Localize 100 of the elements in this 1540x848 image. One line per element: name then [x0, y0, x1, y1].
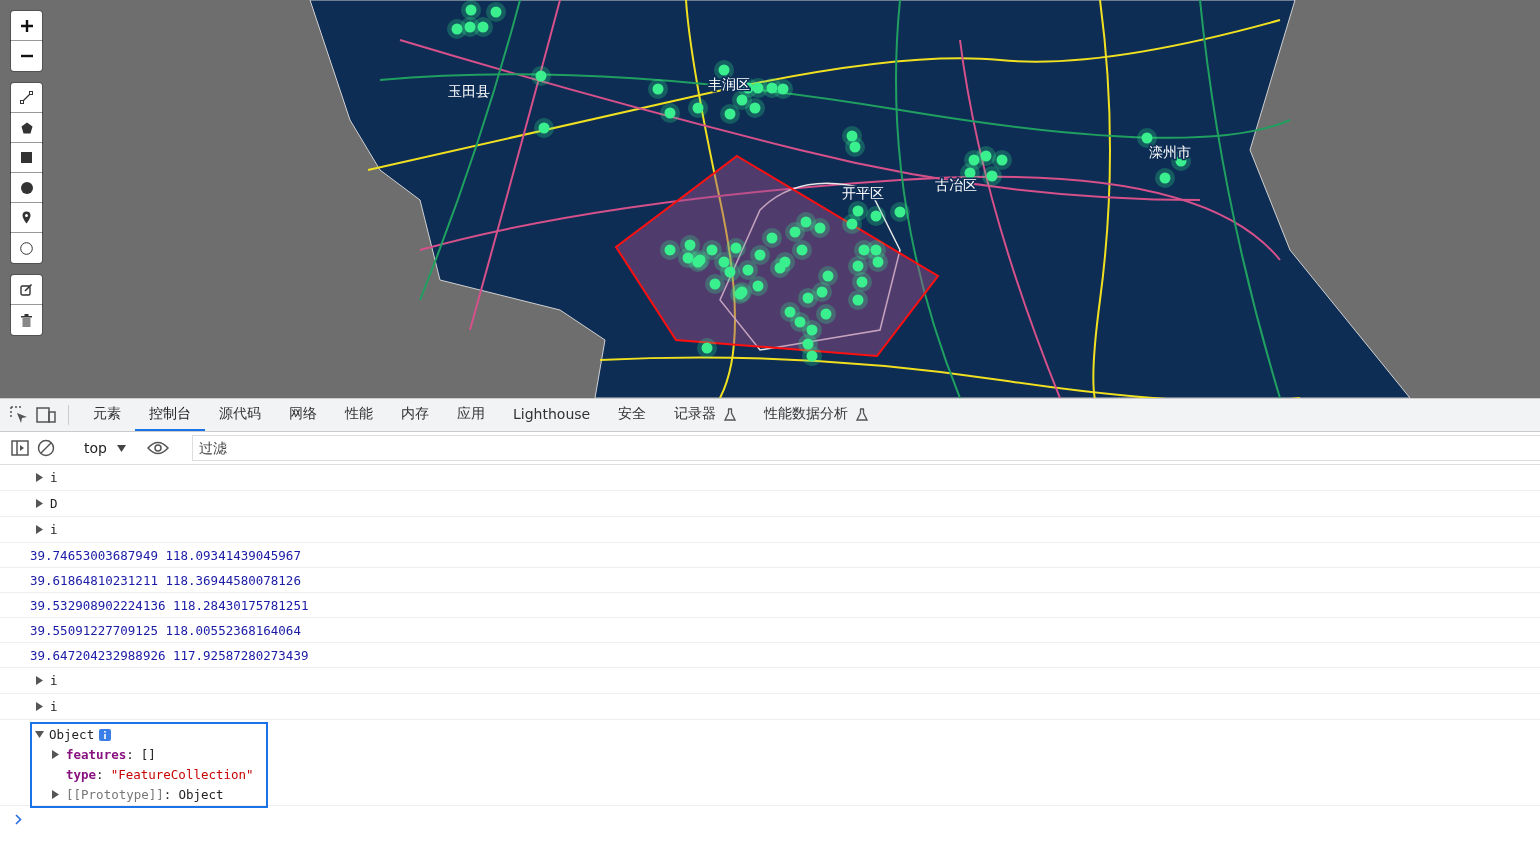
location-marker[interactable]	[890, 202, 910, 222]
eye-icon[interactable]	[146, 441, 169, 455]
location-marker[interactable]	[461, 0, 481, 20]
location-marker[interactable]	[818, 266, 838, 286]
pentagon-icon	[20, 121, 33, 134]
location-marker[interactable]	[798, 288, 818, 308]
location-marker[interactable]	[770, 258, 790, 278]
location-marker[interactable]	[750, 245, 770, 265]
expand-triangle-icon[interactable]	[52, 750, 59, 759]
expand-triangle-icon[interactable]	[36, 473, 43, 482]
location-marker[interactable]	[678, 248, 698, 268]
draw-tool-button[interactable]	[11, 173, 42, 203]
log-entry[interactable]: D	[50, 496, 58, 511]
log-entry[interactable]: i	[50, 470, 58, 485]
location-marker[interactable]	[992, 150, 1012, 170]
devtools-tab[interactable]: 性能	[331, 399, 387, 431]
prompt-chevron-icon[interactable]	[15, 813, 22, 825]
clear-console-icon[interactable]	[37, 439, 55, 457]
location-marker[interactable]	[798, 334, 818, 354]
minus-icon	[19, 54, 34, 58]
log-entry[interactable]: i	[50, 699, 58, 714]
location-marker[interactable]	[660, 103, 680, 123]
object-label[interactable]: Object	[49, 727, 95, 742]
location-marker[interactable]	[447, 19, 467, 39]
location-marker[interactable]	[852, 272, 872, 292]
location-marker[interactable]	[792, 240, 812, 260]
location-marker[interactable]	[702, 240, 722, 260]
devtools-tab[interactable]: 网络	[275, 399, 331, 431]
expand-triangle-icon[interactable]	[36, 702, 43, 711]
location-marker[interactable]	[762, 228, 782, 248]
zoom-in-button[interactable]	[11, 11, 42, 41]
draw-tool-button[interactable]	[11, 275, 42, 305]
log-message: 39.74653003687949 118.09341439045967	[30, 547, 301, 563]
draw-tool-button[interactable]	[11, 143, 42, 173]
collapse-triangle-icon[interactable]	[35, 731, 44, 738]
devtools-tab[interactable]: 安全	[604, 399, 661, 431]
location-marker[interactable]	[866, 206, 886, 226]
sidebar-toggle-icon[interactable]	[11, 440, 29, 456]
location-marker[interactable]	[845, 137, 865, 157]
location-marker[interactable]	[802, 346, 822, 366]
place-label: 丰润区	[708, 76, 750, 92]
devtools-tab[interactable]: 性能数据分析	[750, 399, 883, 431]
location-marker[interactable]	[982, 166, 1002, 186]
location-marker[interactable]	[842, 214, 862, 234]
log-entry[interactable]: i	[50, 522, 58, 537]
filter-field[interactable]: 过滤	[191, 435, 1540, 461]
location-marker[interactable]	[812, 282, 832, 302]
devtools-tab[interactable]: 内存	[387, 399, 443, 431]
property-value: []	[140, 747, 156, 762]
location-marker[interactable]	[732, 90, 752, 110]
expand-triangle-icon[interactable]	[36, 676, 43, 685]
location-marker[interactable]	[816, 304, 836, 324]
location-marker[interactable]	[531, 66, 551, 86]
location-marker[interactable]	[790, 312, 810, 332]
expand-triangle-icon[interactable]	[36, 525, 43, 534]
device-toolbar-icon[interactable]	[36, 407, 56, 423]
draw-tool-button[interactable]	[11, 83, 42, 113]
expand-triangle-icon[interactable]	[36, 499, 43, 508]
location-marker[interactable]	[796, 212, 816, 232]
log-entry[interactable]: i	[50, 673, 58, 688]
location-marker[interactable]	[697, 338, 717, 358]
expand-triangle-icon[interactable]	[52, 790, 59, 799]
devtools-tab[interactable]: Lighthouse	[499, 399, 605, 431]
location-marker[interactable]	[720, 262, 740, 282]
location-marker[interactable]	[648, 79, 668, 99]
location-marker[interactable]	[848, 201, 868, 221]
location-marker[interactable]	[785, 222, 805, 242]
devtools-tab[interactable]: 记录器	[660, 399, 751, 431]
devtools-tab[interactable]: 源代码	[205, 399, 275, 431]
location-marker[interactable]	[726, 238, 746, 258]
location-marker[interactable]	[688, 98, 708, 118]
location-marker[interactable]	[848, 290, 868, 310]
location-marker[interactable]	[748, 276, 768, 296]
zoom-out-button[interactable]	[11, 41, 42, 71]
location-marker[interactable]	[738, 260, 758, 280]
location-marker[interactable]	[486, 2, 506, 22]
location-marker[interactable]	[773, 79, 793, 99]
location-marker[interactable]	[810, 218, 830, 238]
devtools-tab[interactable]: 元素	[79, 399, 135, 431]
inspect-element-icon[interactable]	[10, 406, 28, 424]
location-marker[interactable]	[748, 78, 768, 98]
location-marker[interactable]	[866, 240, 886, 260]
edit-icon	[20, 283, 33, 296]
location-marker[interactable]	[780, 302, 800, 322]
location-marker[interactable]	[848, 256, 868, 276]
location-marker[interactable]	[976, 146, 996, 166]
context-dropdown[interactable]: top	[78, 440, 132, 456]
location-marker[interactable]	[1155, 168, 1175, 188]
location-marker[interactable]	[705, 274, 725, 294]
draw-tool-button[interactable]	[11, 203, 42, 233]
location-marker[interactable]	[534, 118, 554, 138]
location-marker[interactable]	[460, 17, 480, 37]
location-marker[interactable]	[660, 240, 680, 260]
devtools-tab[interactable]: 应用	[443, 399, 499, 431]
location-marker[interactable]	[720, 104, 740, 124]
location-marker[interactable]	[745, 98, 765, 118]
devtools-tab[interactable]: 控制台	[135, 399, 205, 431]
location-marker[interactable]	[802, 320, 822, 340]
location-marker[interactable]	[868, 252, 888, 272]
draw-tool-button[interactable]	[11, 113, 42, 143]
